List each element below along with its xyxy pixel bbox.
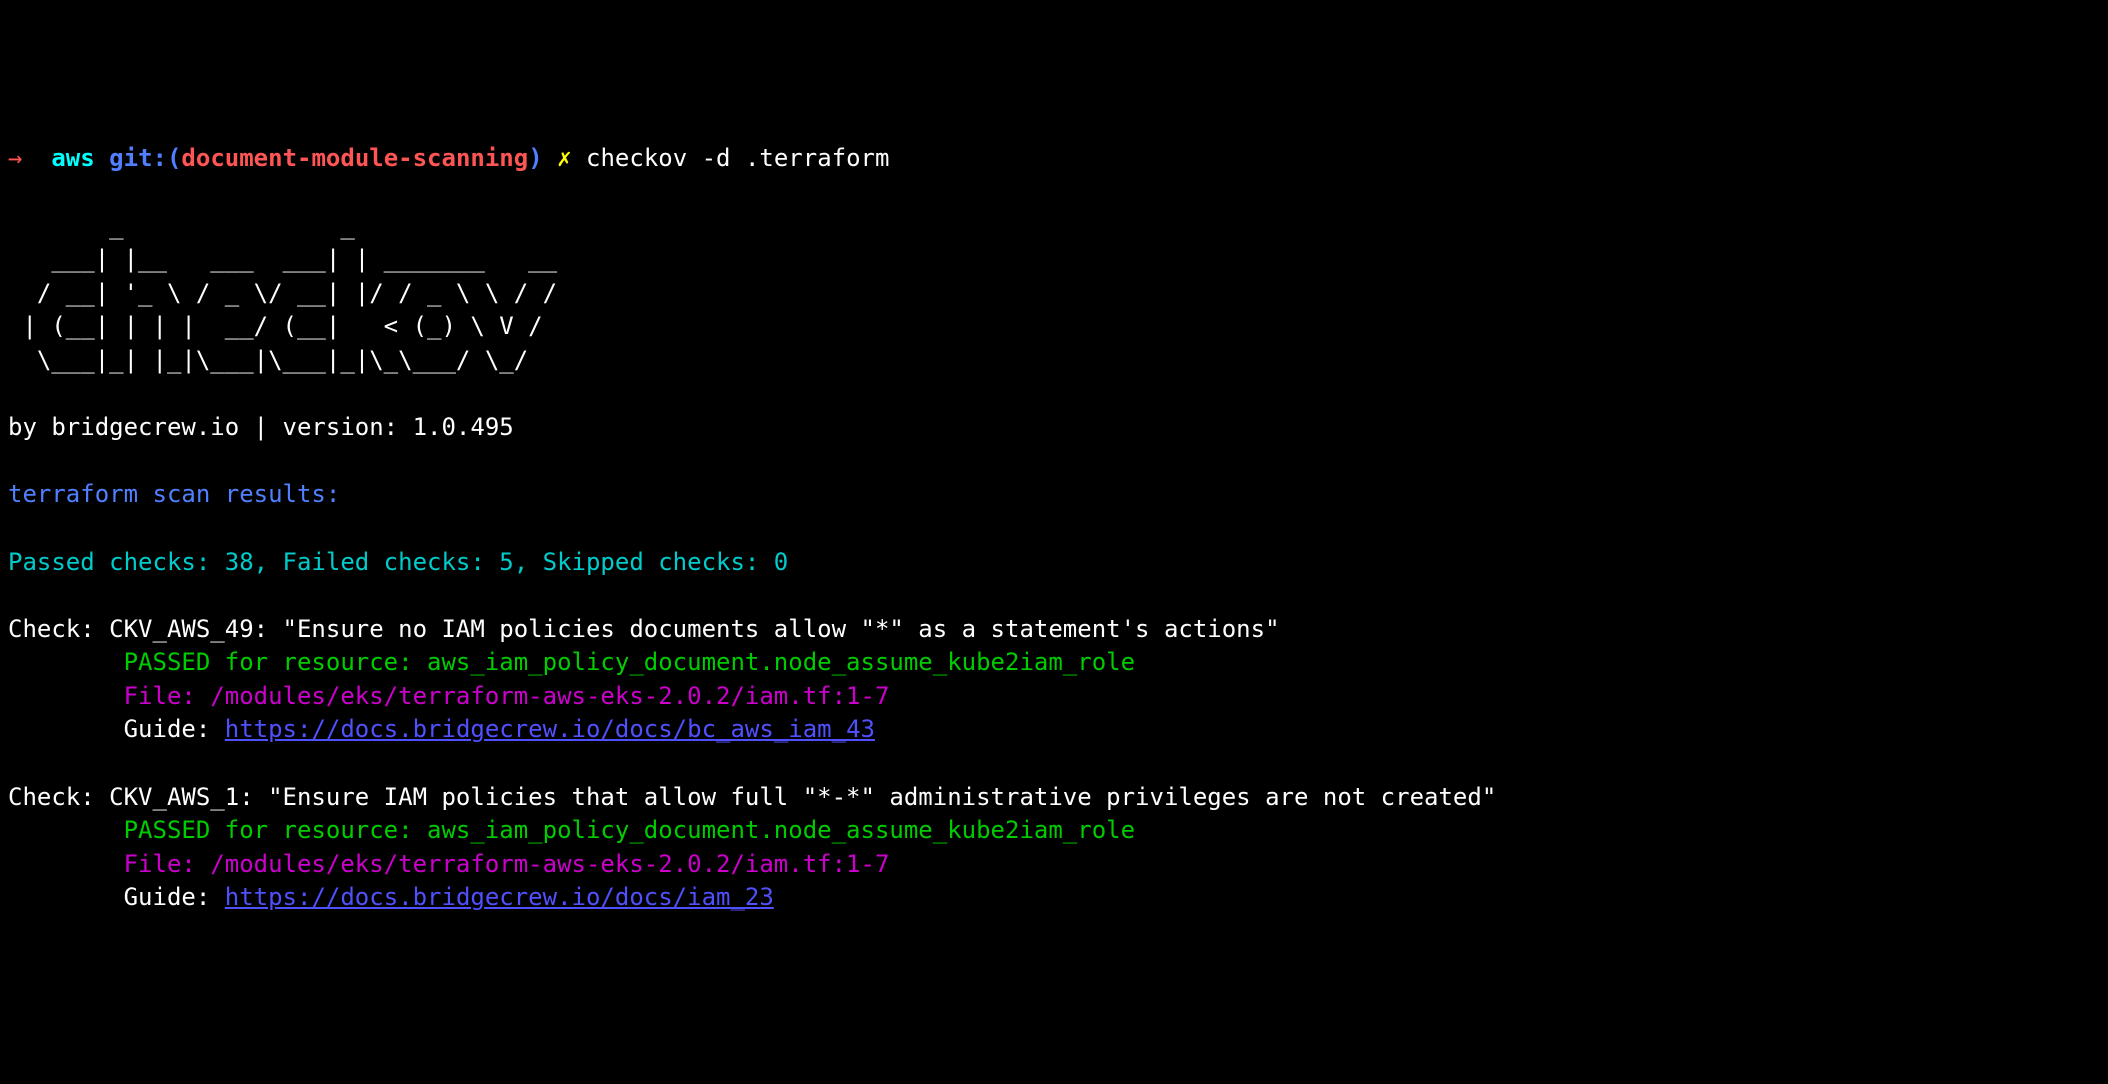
prompt-branch: document-module-scanning [181,144,528,172]
prompt-arrow: → [8,144,22,172]
check-file: File: /modules/eks/terraform-aws-eks-2.0… [124,682,890,710]
command-input[interactable]: checkov -d .terraform [586,144,889,172]
prompt-git-label: git:( [109,144,181,172]
ascii-logo: _ _ ___| |__ ___ ___| | _______ __ / __|… [8,212,557,408]
byline-text: by bridgecrew.io | version: 1.0.495 [8,413,514,441]
check-result: PASSED for resource: aws_iam_policy_docu… [124,816,1135,844]
guide-label: Guide: [124,715,225,743]
check-title: Check: CKV_AWS_49: "Ensure no IAM polici… [8,615,1280,643]
check-file: File: /modules/eks/terraform-aws-eks-2.0… [124,850,890,878]
prompt-git-close: ) [528,144,542,172]
prompt-context: aws [51,144,94,172]
guide-label: Guide: [124,883,225,911]
check-result: PASSED for resource: aws_iam_policy_docu… [124,648,1135,676]
prompt-status-icon: ✗ [557,144,571,172]
scan-results-header: terraform scan results: [8,480,340,508]
scan-summary: Passed checks: 38, Failed checks: 5, Ski… [8,548,788,576]
check-title: Check: CKV_AWS_1: "Ensure IAM policies t… [8,783,1496,811]
guide-link[interactable]: https://docs.bridgecrew.io/docs/bc_aws_i… [225,715,875,743]
guide-link[interactable]: https://docs.bridgecrew.io/docs/iam_23 [225,883,774,911]
